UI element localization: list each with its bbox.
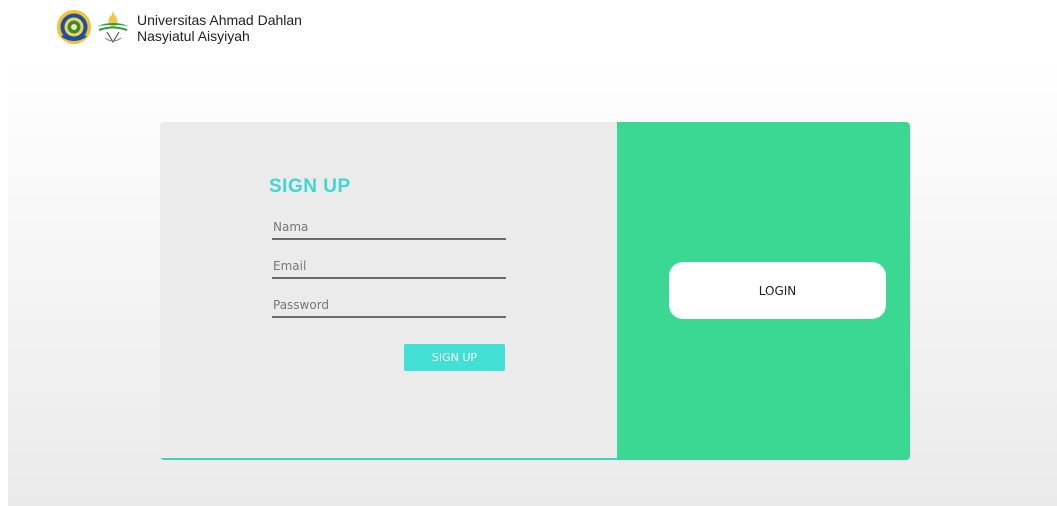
signup-button[interactable]: SIGN UP <box>404 344 505 371</box>
header: Universitas Ahmad Dahlan Nasyiatul Aisyi… <box>0 0 1057 58</box>
login-button[interactable]: LOGIN <box>669 262 886 319</box>
email-input[interactable] <box>272 255 506 279</box>
signup-panel: SIGN UP SIGN UP <box>160 122 617 460</box>
password-input[interactable] <box>272 294 506 318</box>
auth-card: SIGN UP SIGN UP LOGIN <box>160 122 910 460</box>
nasyiatul-aisyiyah-emblem-icon <box>97 11 129 44</box>
brand-line-2: Nasyiatul Aisyiyah <box>137 28 250 44</box>
brand-line-1: Universitas Ahmad Dahlan <box>137 12 302 28</box>
name-input[interactable] <box>272 216 506 240</box>
university-seal-icon <box>57 10 91 44</box>
brand-name: Universitas Ahmad Dahlan Nasyiatul Aisyi… <box>137 12 302 44</box>
signup-title: SIGN UP <box>269 176 351 197</box>
login-panel: LOGIN <box>617 122 910 460</box>
